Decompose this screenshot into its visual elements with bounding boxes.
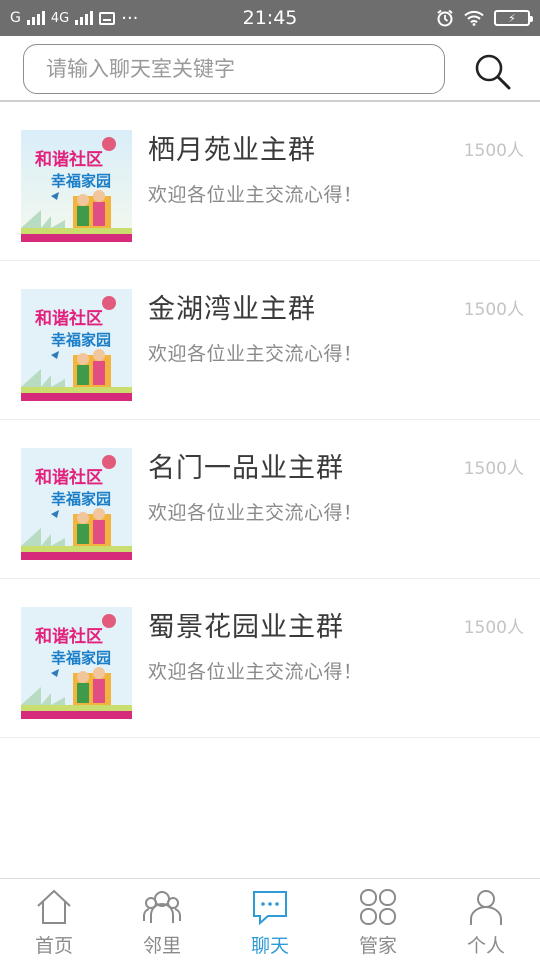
person-icon [470, 890, 502, 925]
community-poster-image: 和谐社区 幸福家园 [21, 130, 132, 242]
neighbors-icon [143, 891, 181, 923]
chat-room-item[interactable]: 和谐社区 幸福家园 栖月苑业主群 欢迎各位业主交流心得！ 1500人 [0, 102, 540, 261]
carrier-label-2: 4G [50, 10, 70, 26]
nav-label-butler: 管家 [358, 935, 397, 957]
search-header [0, 36, 540, 102]
nav-item-butler[interactable]: 管家 [324, 879, 432, 960]
chat-room-item[interactable]: 和谐社区 幸福家园 金湖湾业主群 欢迎各位业主交流心得！ 1500人 [0, 261, 540, 420]
chat-room-item[interactable]: 和谐社区 幸福家园 蜀景花园业主群 欢迎各位业主交流心得！ 1500人 [0, 579, 540, 738]
chat-room-subtitle: 欢迎各位业主交流心得！ [148, 661, 363, 683]
chat-room-subtitle: 欢迎各位业主交流心得！ [148, 343, 363, 365]
grid-icon [360, 889, 396, 925]
svg-text:幸福家园: 幸福家园 [51, 331, 111, 349]
signal-icon [75, 11, 94, 25]
chat-room-item[interactable]: 和谐社区 幸福家园 名门一品业主群 欢迎各位业主交流心得！ 1500人 [0, 420, 540, 579]
chat-bubble-icon [253, 891, 287, 926]
search-icon[interactable] [470, 49, 514, 93]
nav-label-neighbors: 邻里 [142, 935, 181, 957]
more-notifications: ··· [121, 7, 139, 29]
home-icon [37, 889, 71, 924]
svg-text:幸福家园: 幸福家园 [51, 172, 111, 190]
member-count: 1500人 [463, 459, 524, 479]
battery-icon: ⚡ [494, 10, 533, 26]
chat-room-name: 名门一品业主群 [148, 453, 344, 484]
status-right: ⚡ [436, 9, 533, 27]
nav-label-profile: 个人 [466, 935, 505, 957]
chat-list: 和谐社区 幸福家园 栖月苑业主群 欢迎各位业主交流心得！ 1500人 和谐社区 [0, 102, 540, 738]
chat-room-name: 蜀景花园业主群 [148, 612, 344, 643]
carrier-label-1: G [10, 10, 21, 26]
message-icon [99, 11, 116, 25]
signal-icon [26, 11, 45, 25]
chat-room-subtitle: 欢迎各位业主交流心得！ [148, 502, 363, 524]
chat-room-name: 栖月苑业主群 [148, 135, 316, 166]
chat-room-name: 金湖湾业主群 [148, 294, 316, 325]
search-input[interactable] [23, 44, 445, 94]
community-poster-image: 和谐社区 幸福家园 [21, 289, 132, 401]
group-thumbnail: 和谐社区 幸福家园 [21, 130, 132, 242]
svg-text:和谐社区: 和谐社区 [35, 308, 103, 329]
member-count: 1500人 [463, 141, 524, 161]
bottom-nav: 首页 邻里 聊天 管家 个人 [0, 878, 540, 960]
nav-item-home[interactable]: 首页 [0, 879, 108, 960]
group-thumbnail: 和谐社区 幸福家园 [21, 607, 132, 719]
member-count: 1500人 [463, 618, 524, 638]
svg-text:和谐社区: 和谐社区 [35, 467, 103, 488]
community-poster-image: 和谐社区 幸福家园 [21, 607, 132, 719]
community-poster-image: 和谐社区 幸福家园 [21, 448, 132, 560]
battery-charging: ⚡ [508, 11, 516, 25]
member-count: 1500人 [463, 300, 524, 320]
nav-label-chat: 聊天 [250, 935, 289, 957]
nav-label-home: 首页 [34, 935, 73, 957]
alarm-icon [437, 9, 453, 27]
svg-text:和谐社区: 和谐社区 [35, 149, 103, 170]
nav-item-chat[interactable]: 聊天 [216, 879, 324, 960]
svg-text:幸福家园: 幸福家园 [51, 649, 111, 667]
group-thumbnail: 和谐社区 幸福家园 [21, 448, 132, 560]
status-bar: G 4G ··· 21:45 ⚡ [0, 0, 540, 36]
nav-item-neighbors[interactable]: 邻里 [108, 879, 216, 960]
nav-item-profile[interactable]: 个人 [432, 879, 540, 960]
svg-text:幸福家园: 幸福家园 [51, 490, 111, 508]
svg-text:和谐社区: 和谐社区 [35, 626, 103, 647]
chat-room-subtitle: 欢迎各位业主交流心得！ [148, 184, 363, 206]
wifi-icon [464, 10, 484, 26]
status-left: G 4G ··· [10, 8, 436, 29]
group-thumbnail: 和谐社区 幸福家园 [21, 289, 132, 401]
